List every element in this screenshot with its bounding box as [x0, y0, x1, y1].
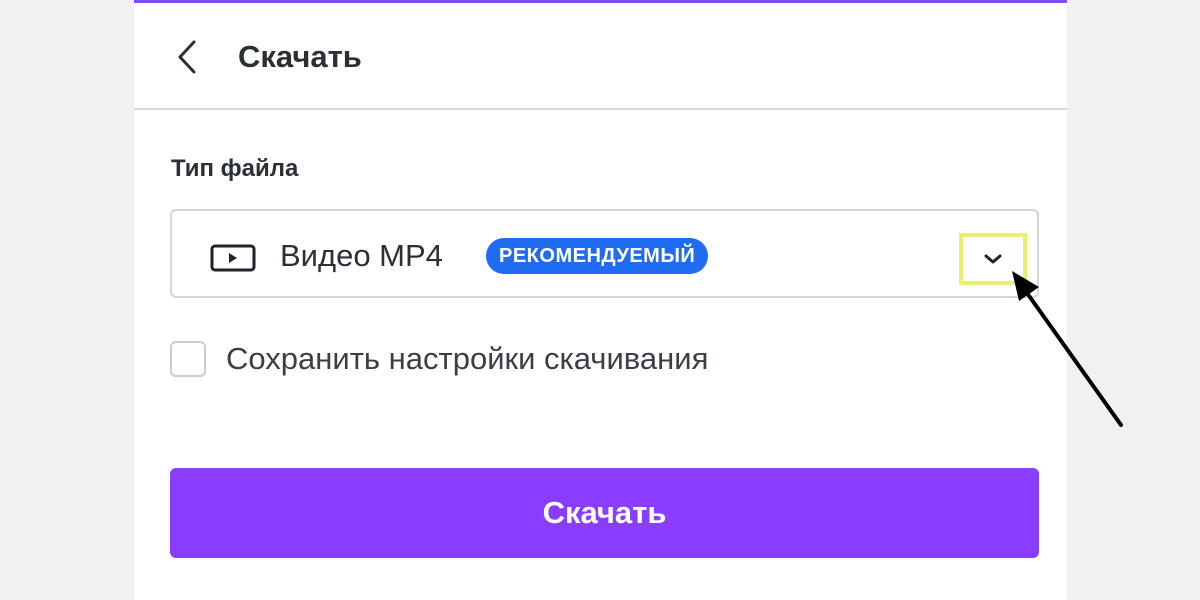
chevron-left-icon: [178, 40, 196, 74]
back-button[interactable]: [172, 39, 202, 75]
panel-header: Скачать: [134, 3, 1067, 110]
recommended-badge: РЕКОМЕНДУЕМЫЙ: [486, 238, 709, 274]
download-panel: Скачать Тип файла Видео MP4 РЕКОМЕНДУЕМЫ…: [134, 0, 1067, 600]
dropdown-toggle[interactable]: [959, 233, 1027, 285]
file-type-label: Тип файла: [171, 155, 299, 182]
page-title: Скачать: [238, 39, 362, 74]
save-settings-label[interactable]: Сохранить настройки скачивания: [226, 341, 708, 377]
save-settings-checkbox[interactable]: [170, 341, 206, 377]
video-icon: [210, 244, 256, 272]
file-type-select[interactable]: Видео MP4 РЕКОМЕНДУЕМЫЙ: [170, 209, 1039, 298]
chevron-down-icon: [984, 254, 1002, 264]
file-type-value: Видео MP4: [280, 238, 443, 273]
download-button[interactable]: Скачать: [170, 468, 1039, 558]
